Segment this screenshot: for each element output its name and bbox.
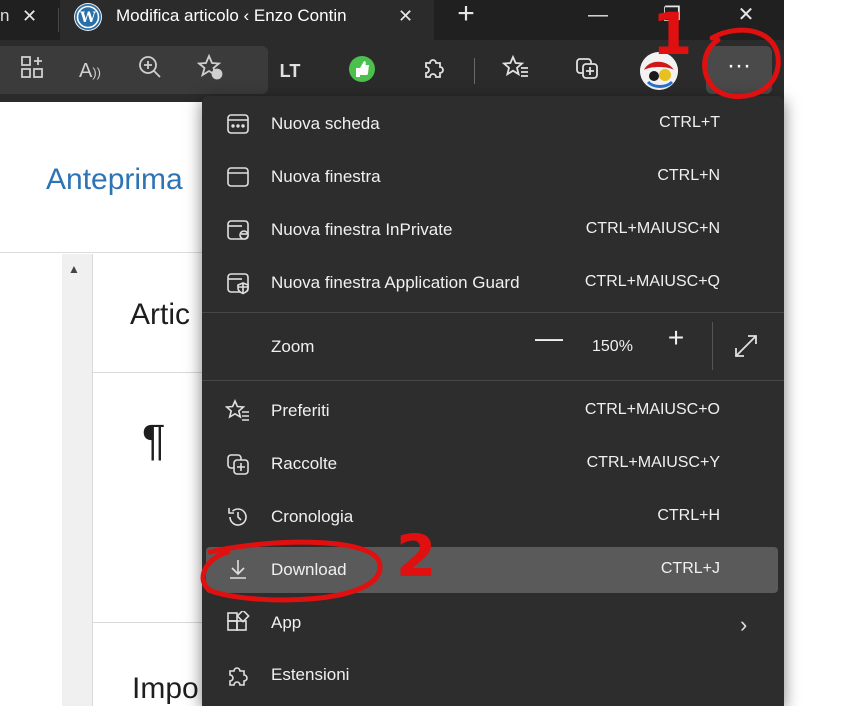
annotation-step-2: 2: [396, 522, 437, 590]
annotation-step-1: 1: [652, 0, 693, 68]
annotation-circle-download: [200, 539, 383, 603]
annotation-overlay: [200, 27, 781, 603]
annotation-circle-more: [702, 27, 781, 99]
